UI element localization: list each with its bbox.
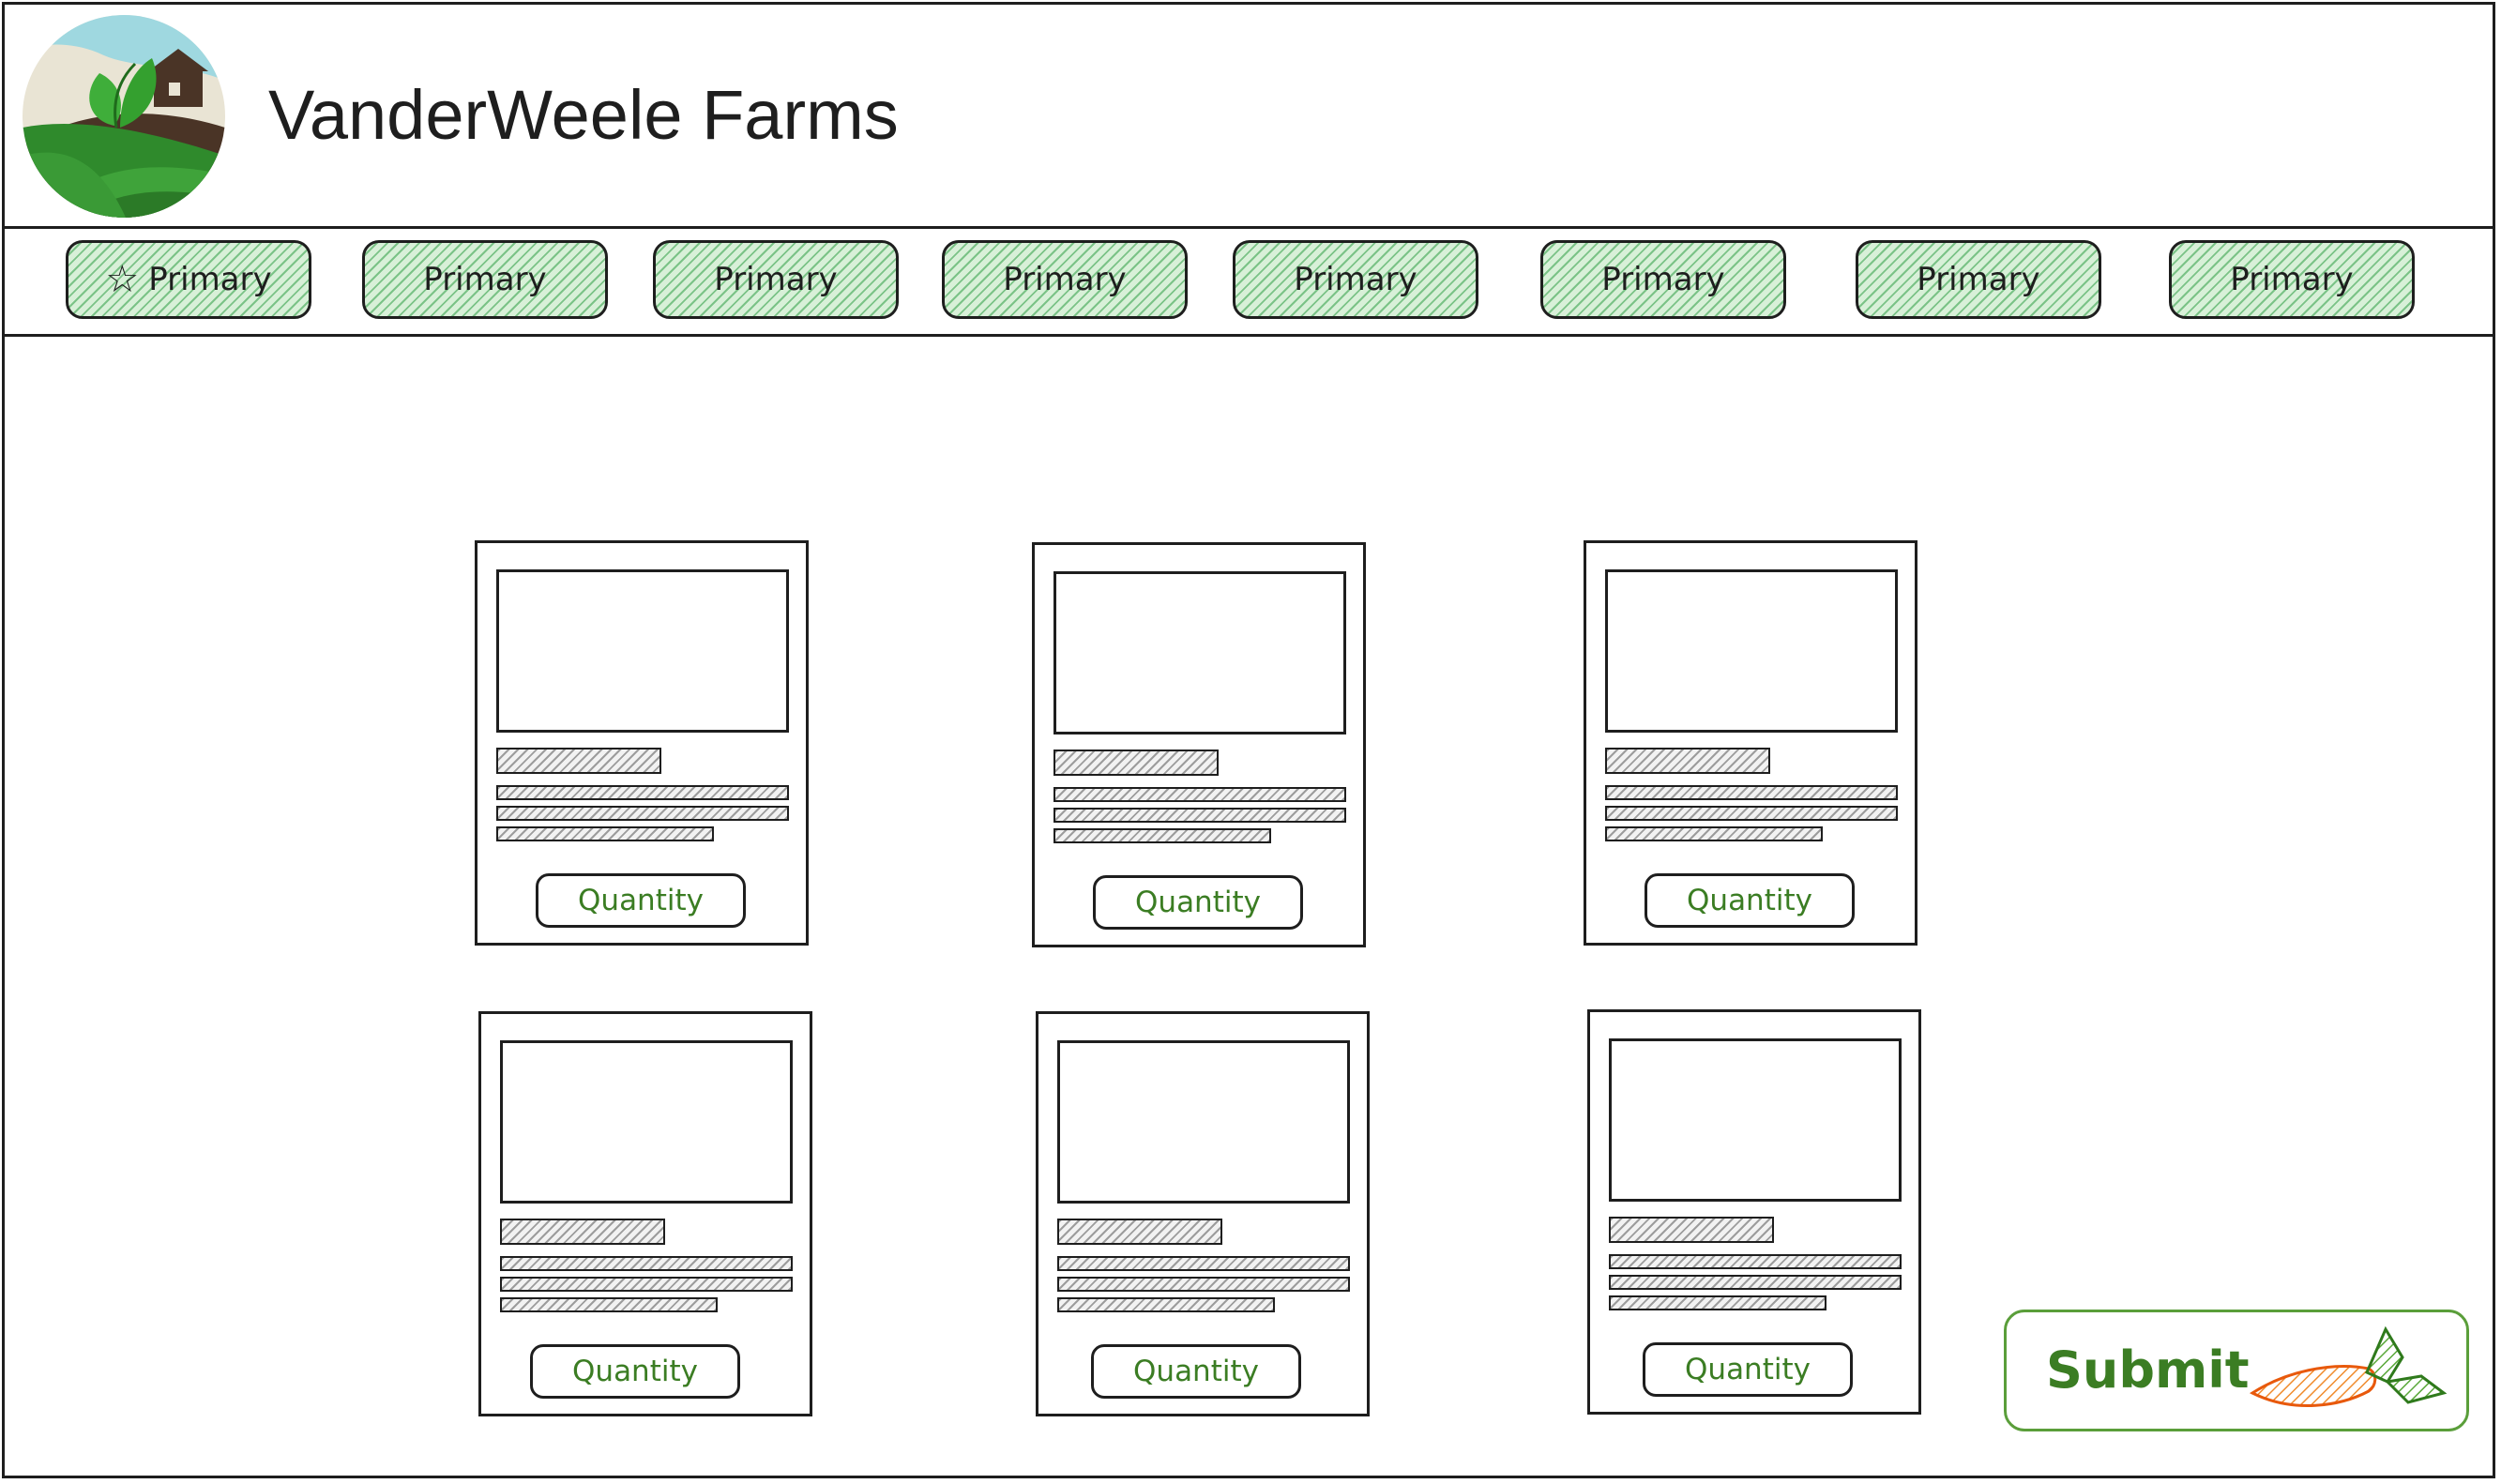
nav-button-3[interactable]: Primary: [653, 240, 899, 319]
brand-title: VanderWeele Farms: [268, 76, 899, 154]
nav-button-label: Primary: [1601, 261, 1725, 298]
nav-button-label: Primary: [1917, 261, 2040, 298]
product-title-placeholder: [500, 1219, 665, 1245]
product-text-line: [1605, 826, 1823, 841]
product-title-placeholder: [1057, 1219, 1222, 1245]
nav-button-label: Primary: [423, 261, 547, 298]
product-image-placeholder: [1053, 571, 1346, 734]
nav-button-label: Primary: [148, 261, 272, 298]
nav-button-4[interactable]: Primary: [942, 240, 1188, 319]
submit-button[interactable]: Submit: [2004, 1310, 2469, 1431]
product-title-placeholder: [1053, 750, 1219, 776]
farm-logo-icon: [23, 15, 225, 218]
product-card: Quantity: [475, 540, 809, 946]
product-card: Quantity: [1036, 1011, 1370, 1416]
nav-button-7[interactable]: Primary: [1856, 240, 2101, 319]
product-text-line: [1057, 1297, 1275, 1312]
product-text-line: [496, 806, 789, 821]
product-text-line: [500, 1277, 793, 1292]
product-text-line: [1053, 828, 1271, 843]
product-title-placeholder: [1605, 748, 1770, 774]
product-card: Quantity: [1032, 542, 1366, 947]
product-text-line: [1609, 1295, 1826, 1310]
product-title-placeholder: [496, 748, 661, 774]
product-card: Quantity: [1587, 1009, 1921, 1415]
product-image-placeholder: [1057, 1040, 1350, 1204]
product-text-line: [1053, 808, 1346, 823]
quantity-button[interactable]: Quantity: [1093, 875, 1303, 930]
product-text-line: [1053, 787, 1346, 802]
product-text-line: [496, 826, 714, 841]
product-image-placeholder: [1605, 569, 1898, 733]
product-text-line: [500, 1256, 793, 1271]
product-text-line: [500, 1297, 718, 1312]
nav-button-1[interactable]: ☆ Primary: [66, 240, 311, 319]
nav-button-2[interactable]: Primary: [362, 240, 608, 319]
quantity-button[interactable]: Quantity: [536, 873, 746, 928]
product-text-line: [1057, 1256, 1350, 1271]
product-image-placeholder: [500, 1040, 793, 1204]
nav-button-label: Primary: [714, 261, 838, 298]
product-text-line: [1609, 1275, 1902, 1290]
carrot-icon: [2249, 1325, 2448, 1407]
product-title-placeholder: [1609, 1217, 1774, 1243]
nav-button-label: Primary: [1003, 261, 1127, 298]
product-text-line: [496, 785, 789, 800]
header: VanderWeele Farms: [2, 2, 2495, 229]
product-card: Quantity: [1584, 540, 1917, 946]
product-text-line: [1605, 785, 1898, 800]
product-text-line: [1605, 806, 1898, 821]
nav-button-5[interactable]: Primary: [1233, 240, 1478, 319]
nav-button-label: Primary: [2230, 261, 2354, 298]
product-text-line: [1057, 1277, 1350, 1292]
quantity-button[interactable]: Quantity: [1645, 873, 1855, 928]
nav-bar: ☆ Primary Primary Primary Primary Primar…: [2, 229, 2495, 337]
nav-button-8[interactable]: Primary: [2169, 240, 2415, 319]
quantity-button[interactable]: Quantity: [530, 1344, 740, 1399]
nav-button-6[interactable]: Primary: [1540, 240, 1786, 319]
product-card: Quantity: [478, 1011, 812, 1416]
product-image-placeholder: [1609, 1038, 1902, 1202]
nav-button-label: Primary: [1294, 261, 1417, 298]
quantity-button[interactable]: Quantity: [1091, 1344, 1301, 1399]
product-image-placeholder: [496, 569, 789, 733]
star-icon: ☆: [105, 258, 140, 301]
submit-button-label: Submit: [2046, 1340, 2250, 1400]
product-text-line: [1609, 1254, 1902, 1269]
quantity-button[interactable]: Quantity: [1643, 1342, 1853, 1397]
